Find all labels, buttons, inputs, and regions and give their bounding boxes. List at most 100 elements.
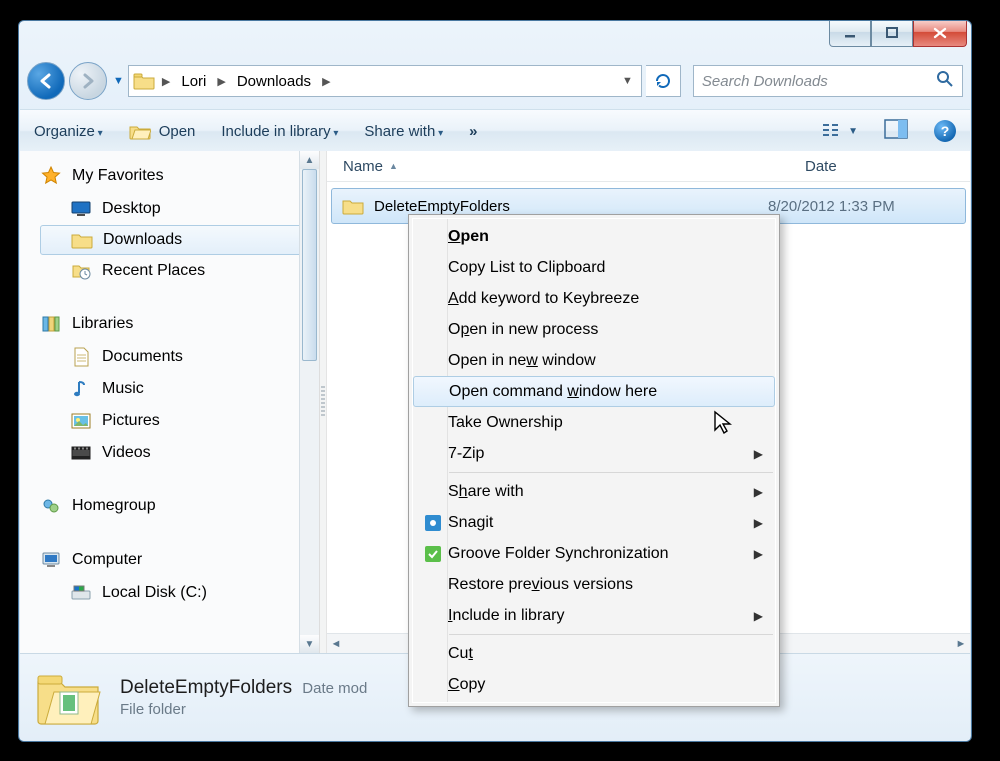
view-options-button[interactable]: ▼ bbox=[822, 122, 858, 140]
sidebar-item-label: Pictures bbox=[102, 412, 160, 430]
navigation-pane: My Favorites Desktop Downloads Recent Pl… bbox=[20, 151, 320, 653]
pictures-icon bbox=[70, 410, 92, 432]
details-name: DeleteEmptyFolders bbox=[120, 677, 292, 698]
sidebar-item-music[interactable]: Music bbox=[40, 373, 319, 405]
folder-icon bbox=[133, 72, 155, 90]
sidebar-item-pictures[interactable]: Pictures bbox=[40, 405, 319, 437]
breadcrumb-item[interactable]: Downloads bbox=[233, 71, 315, 92]
minimize-button[interactable] bbox=[829, 20, 871, 47]
context-menu-item[interactable]: Include in library▶ bbox=[413, 600, 775, 631]
homegroup-label: Homegroup bbox=[72, 497, 156, 515]
sidebar-item-videos[interactable]: Videos bbox=[40, 437, 319, 469]
sidebar-item-recent-places[interactable]: Recent Places bbox=[40, 255, 319, 287]
scroll-thumb[interactable] bbox=[302, 169, 317, 361]
libraries-icon bbox=[40, 313, 62, 335]
screen: ▼ ▶ Lori ▶ Downloads ▶ ▼ Search Download… bbox=[0, 0, 1000, 761]
help-button[interactable]: ? bbox=[934, 120, 956, 142]
details-date-label: Date mod bbox=[302, 680, 367, 697]
videos-icon bbox=[70, 442, 92, 464]
star-icon bbox=[40, 165, 62, 187]
context-menu-item[interactable]: Copy List to Clipboard bbox=[413, 252, 775, 283]
breadcrumb-item[interactable]: Lori bbox=[177, 71, 210, 92]
open-button[interactable]: Open bbox=[129, 122, 196, 140]
context-menu: OpenCopy List to ClipboardAdd keyword to… bbox=[408, 214, 780, 707]
preview-pane-button[interactable] bbox=[884, 119, 908, 143]
sort-asc-icon: ▲ bbox=[389, 161, 398, 171]
homegroup-icon bbox=[40, 495, 62, 517]
close-button[interactable] bbox=[913, 20, 967, 47]
libraries-header[interactable]: Libraries bbox=[40, 309, 319, 341]
window-controls bbox=[829, 20, 967, 47]
scroll-up[interactable]: ▲ bbox=[300, 151, 319, 169]
breadcrumb-sep: ▶ bbox=[317, 75, 335, 88]
folder-thumbnail bbox=[34, 670, 102, 726]
include-in-library-menu[interactable]: Include in library bbox=[221, 123, 338, 140]
disk-icon bbox=[70, 582, 92, 604]
column-date[interactable]: Date bbox=[789, 158, 853, 175]
file-date: 8/20/2012 1:33 PM bbox=[768, 198, 895, 215]
details-type: File folder bbox=[120, 701, 367, 718]
folder-icon bbox=[71, 231, 93, 249]
nav-history-dropdown[interactable]: ▼ bbox=[113, 75, 124, 87]
libraries-label: Libraries bbox=[72, 315, 133, 333]
search-placeholder: Search Downloads bbox=[702, 73, 828, 90]
sidebar-item-label: Recent Places bbox=[102, 262, 205, 280]
toolbar-overflow[interactable]: » bbox=[469, 123, 477, 140]
computer-label: Computer bbox=[72, 551, 142, 569]
context-menu-item[interactable]: Open in new process bbox=[413, 314, 775, 345]
scroll-left[interactable]: ◄ bbox=[327, 638, 345, 650]
back-button[interactable] bbox=[27, 62, 65, 100]
sidebar-item-local-disk[interactable]: Local Disk (C:) bbox=[40, 577, 319, 609]
sidebar-item-downloads[interactable]: Downloads bbox=[40, 225, 307, 255]
context-menu-item[interactable]: Cut bbox=[413, 638, 775, 669]
column-label: Date bbox=[805, 158, 837, 175]
context-menu-item[interactable]: Copy bbox=[413, 669, 775, 700]
favorites-label: My Favorites bbox=[72, 167, 164, 185]
sidebar-item-label: Music bbox=[102, 380, 144, 398]
refresh-button[interactable] bbox=[646, 65, 681, 97]
breadcrumb-sep: ▶ bbox=[212, 75, 230, 88]
context-menu-item[interactable]: Restore previous versions bbox=[413, 569, 775, 600]
context-menu-item[interactable]: Open command window here bbox=[413, 376, 775, 407]
share-with-menu[interactable]: Share with bbox=[364, 123, 443, 140]
address-bar[interactable]: ▶ Lori ▶ Downloads ▶ ▼ bbox=[128, 65, 642, 97]
desktop-icon bbox=[70, 198, 92, 220]
sidebar-item-label: Downloads bbox=[103, 231, 182, 249]
sidebar-item-documents[interactable]: Documents bbox=[40, 341, 319, 373]
search-icon bbox=[936, 70, 954, 92]
context-menu-item[interactable]: Open bbox=[413, 221, 775, 252]
sidebar-item-label: Videos bbox=[102, 444, 151, 462]
search-box[interactable]: Search Downloads bbox=[693, 65, 963, 97]
context-menu-item[interactable]: 7-Zip▶ bbox=[413, 438, 775, 469]
sidebar-scrollbar[interactable]: ▲ ▼ bbox=[299, 151, 319, 653]
computer-header[interactable]: Computer bbox=[40, 545, 319, 577]
computer-icon bbox=[40, 549, 62, 571]
context-menu-item[interactable]: Share with▶ bbox=[413, 476, 775, 507]
column-name[interactable]: Name ▲ bbox=[327, 158, 789, 175]
forward-button[interactable] bbox=[69, 62, 107, 100]
column-label: Name bbox=[343, 158, 383, 175]
context-menu-item[interactable]: Add keyword to Keybreeze bbox=[413, 283, 775, 314]
open-label: Open bbox=[159, 123, 196, 140]
context-menu-item[interactable]: Open in new window bbox=[413, 345, 775, 376]
command-bar: Organize Open Include in library Share w… bbox=[20, 109, 970, 153]
scroll-right[interactable]: ► bbox=[952, 638, 970, 650]
pane-splitter[interactable] bbox=[320, 151, 327, 653]
context-menu-item[interactable]: Groove Folder Synchronization▶ bbox=[413, 538, 775, 569]
homegroup-header[interactable]: Homegroup bbox=[40, 491, 319, 523]
nav-row: ▼ ▶ Lori ▶ Downloads ▶ ▼ Search Download… bbox=[27, 61, 963, 101]
organize-menu[interactable]: Organize bbox=[34, 123, 103, 140]
context-menu-item[interactable]: Snagit▶ bbox=[413, 507, 775, 538]
favorites-header[interactable]: My Favorites bbox=[40, 161, 319, 193]
context-menu-item[interactable]: Take Ownership bbox=[413, 407, 775, 438]
sidebar-item-label: Documents bbox=[102, 348, 183, 366]
music-icon bbox=[70, 378, 92, 400]
sidebar-item-label: Local Disk (C:) bbox=[102, 584, 207, 602]
breadcrumb-sep: ▶ bbox=[157, 75, 175, 88]
maximize-button[interactable] bbox=[871, 20, 913, 47]
folder-open-icon bbox=[129, 122, 151, 140]
address-dropdown[interactable]: ▼ bbox=[622, 75, 637, 87]
sidebar-item-desktop[interactable]: Desktop bbox=[40, 193, 319, 225]
recent-icon bbox=[70, 260, 92, 282]
scroll-down[interactable]: ▼ bbox=[300, 635, 319, 653]
